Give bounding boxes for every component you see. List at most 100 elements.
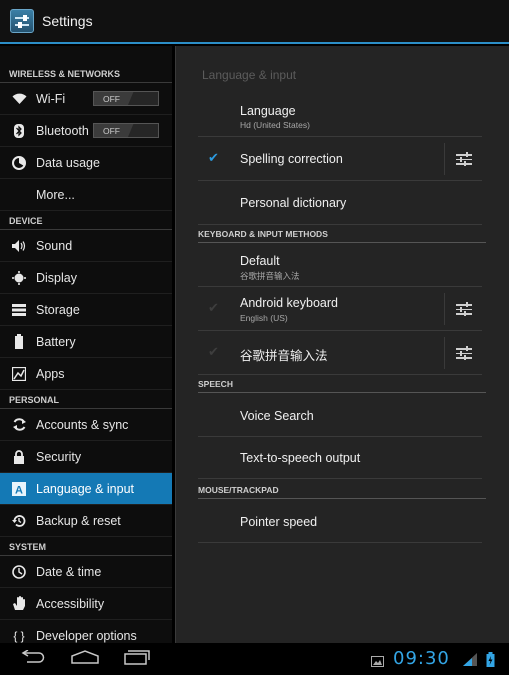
- section-header-system: SYSTEM: [0, 537, 172, 556]
- sidebar-item-data-usage[interactable]: Data usage: [0, 147, 172, 179]
- spelling-checkbox[interactable]: ✔: [208, 151, 222, 164]
- bluetooth-toggle[interactable]: OFF: [93, 123, 159, 138]
- display-icon: [11, 270, 27, 286]
- sidebar-item-label: Date & time: [36, 564, 102, 579]
- pref-label: Text-to-speech output: [240, 451, 361, 465]
- pref-label: Voice Search: [240, 409, 314, 423]
- sidebar-item-accessibility[interactable]: Accessibility: [0, 588, 172, 620]
- sidebar-item-date-time[interactable]: Date & time: [0, 556, 172, 588]
- sliders-icon: [455, 152, 472, 166]
- back-icon: [19, 648, 47, 669]
- sidebar-item-label: Bluetooth: [36, 123, 89, 138]
- sidebar-item-label: Security: [36, 449, 82, 464]
- sidebar-item-label: Developer options: [36, 628, 137, 643]
- pinyin-checkbox[interactable]: ✔: [208, 345, 222, 358]
- sidebar-item-label: Sound: [36, 238, 73, 253]
- clock-icon: [11, 564, 27, 580]
- sliders-icon: [455, 346, 472, 360]
- lock-icon: [11, 449, 27, 465]
- section-header-wireless: WIRELESS & NETWORKS: [0, 46, 172, 83]
- storage-icon: [11, 302, 27, 318]
- pref-label: Pointer speed: [240, 515, 318, 529]
- section-header-keyboard: KEYBOARD & INPUT METHODS: [198, 229, 486, 243]
- pref-label: Spelling correction: [240, 152, 343, 166]
- sync-icon: [11, 417, 27, 433]
- language-icon: A: [11, 481, 27, 497]
- sidebar-item-battery[interactable]: Battery: [0, 326, 172, 358]
- page-title: Settings: [42, 13, 93, 29]
- sidebar-item-wifi[interactable]: Wi-Fi OFF: [0, 83, 172, 115]
- pref-label: 谷歌拼音输入法: [240, 349, 328, 363]
- pref-personal-dictionary[interactable]: Personal dictionary: [198, 181, 482, 225]
- android-keyboard-checkbox[interactable]: ✔: [208, 301, 222, 314]
- screenshot-notification-icon[interactable]: [371, 654, 384, 672]
- pref-pinyin-input[interactable]: ✔ 谷歌拼音输入法: [198, 331, 482, 375]
- pref-spelling-correction[interactable]: ✔ Spelling correction: [198, 137, 482, 181]
- sidebar-item-label: Language & input: [36, 481, 135, 496]
- recent-apps-icon: [124, 649, 150, 670]
- settings-categories-list: WIRELESS & NETWORKS Wi-Fi OFF Bluetooth …: [0, 46, 172, 643]
- sidebar-item-display[interactable]: Display: [0, 262, 172, 294]
- sidebar-item-sound[interactable]: Sound: [0, 230, 172, 262]
- pref-pointer-speed[interactable]: Pointer speed: [198, 501, 482, 543]
- pref-language[interactable]: Language Hd (United States): [198, 95, 482, 137]
- home-button[interactable]: [68, 649, 102, 669]
- sidebar-item-label: Storage: [36, 302, 80, 317]
- svg-text:A: A: [15, 484, 23, 496]
- signal-icon: [463, 653, 477, 671]
- sidebar-item-apps[interactable]: Apps: [0, 358, 172, 390]
- sidebar-item-label: Display: [36, 270, 77, 285]
- section-header-personal: PERSONAL: [0, 390, 172, 409]
- pref-default-input[interactable]: Default 谷歌拼音输入法: [198, 245, 482, 287]
- home-icon: [70, 649, 100, 669]
- battery-icon: [11, 334, 27, 350]
- sidebar-item-label: Apps: [36, 366, 65, 381]
- pref-label: Language: [240, 104, 296, 118]
- sidebar-item-security[interactable]: Security: [0, 441, 172, 473]
- sidebar-item-more[interactable]: More...: [0, 179, 172, 211]
- system-bar: 09:30: [0, 643, 509, 675]
- sidebar-item-accounts-sync[interactable]: Accounts & sync: [0, 409, 172, 441]
- settings-app-icon[interactable]: [10, 9, 34, 33]
- hand-icon: [11, 596, 27, 612]
- pref-summary: Hd (United States): [240, 120, 310, 130]
- pref-voice-search[interactable]: Voice Search: [198, 395, 482, 437]
- sidebar-item-label: Backup & reset: [36, 513, 121, 528]
- sidebar-item-backup-reset[interactable]: Backup & reset: [0, 505, 172, 537]
- sidebar-item-language-input[interactable]: A Language & input: [0, 473, 172, 505]
- language-input-panel: Language & input Language Hd (United Sta…: [175, 46, 509, 643]
- pref-label: Default: [240, 254, 280, 268]
- pref-tts-output[interactable]: Text-to-speech output: [198, 437, 482, 479]
- sidebar-item-storage[interactable]: Storage: [0, 294, 172, 326]
- wifi-icon: [11, 91, 27, 107]
- section-header-device: DEVICE: [0, 211, 172, 230]
- sidebar-item-label: More...: [36, 187, 75, 202]
- braces-icon: { }: [13, 628, 25, 643]
- pref-android-keyboard[interactable]: ✔ Android keyboard English (US): [198, 287, 482, 331]
- status-clock[interactable]: 09:30: [393, 648, 450, 669]
- pinyin-settings-button[interactable]: [444, 337, 482, 369]
- action-bar: Settings: [0, 0, 509, 44]
- pref-label: Android keyboard: [240, 296, 338, 310]
- bluetooth-icon: [11, 123, 27, 139]
- battery-status-icon: [486, 652, 495, 672]
- pref-summary: 谷歌拼音输入法: [240, 271, 300, 281]
- sidebar-item-label: Battery: [36, 334, 76, 349]
- backup-icon: [11, 513, 27, 529]
- recent-apps-button[interactable]: [120, 649, 154, 669]
- back-button[interactable]: [16, 648, 50, 669]
- data-usage-icon: [11, 155, 27, 171]
- wifi-toggle[interactable]: OFF: [93, 91, 159, 106]
- android-keyboard-settings-button[interactable]: [444, 293, 482, 325]
- section-header-mouse: MOUSE/TRACKPAD: [198, 485, 486, 499]
- sidebar-item-bluetooth[interactable]: Bluetooth OFF: [0, 115, 172, 147]
- section-header-speech: SPEECH: [198, 379, 486, 393]
- sidebar-item-label: Accounts & sync: [36, 417, 129, 432]
- sidebar-item-label: Accessibility: [36, 596, 105, 611]
- spelling-settings-button[interactable]: [444, 143, 482, 175]
- sliders-icon: [455, 302, 472, 316]
- sidebar-item-label: Data usage: [36, 155, 100, 170]
- apps-icon: [11, 366, 27, 382]
- pref-summary: English (US): [240, 313, 288, 323]
- sidebar-item-developer-options[interactable]: { } Developer options: [0, 620, 172, 643]
